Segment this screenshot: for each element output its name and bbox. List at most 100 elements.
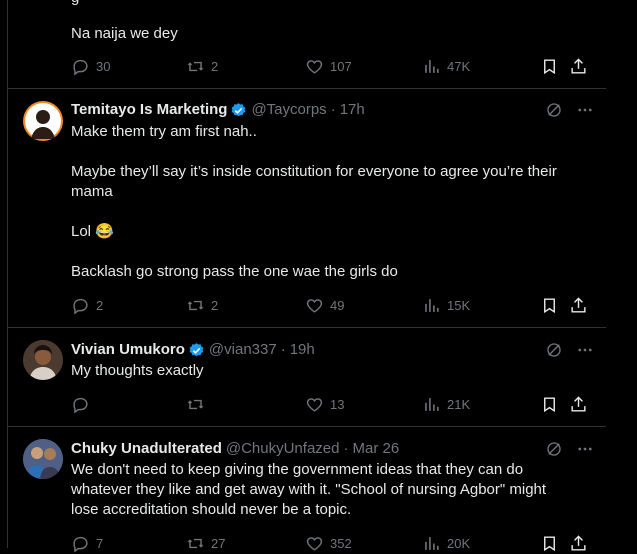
timestamp[interactable]: 19h (290, 340, 315, 360)
tweet-actions: 13 21K (71, 395, 591, 415)
tweet-top-icons (545, 101, 594, 119)
views-icon (425, 398, 439, 411)
reply-count: 7 (96, 536, 104, 551)
tweet-top-icons (545, 440, 594, 458)
tweet-actions: 7 27 352 20K (71, 534, 591, 554)
author-handle[interactable]: @ChukyUnfazed (226, 439, 340, 459)
like-count: 13 (330, 397, 345, 412)
bookmark-button[interactable] (540, 296, 559, 315)
reply-count: 2 (96, 298, 104, 313)
share-button[interactable] (569, 57, 588, 76)
views-button[interactable]: 47K (422, 57, 470, 76)
views-icon (425, 299, 439, 312)
avatar[interactable] (23, 101, 63, 141)
reply-icon (73, 59, 88, 76)
tweet-header: Vivian Umukoro @vian337 · 19h (71, 340, 315, 360)
separator: · (330, 101, 336, 118)
share-icon (571, 396, 586, 412)
views-button[interactable]: 21K (422, 395, 470, 414)
repost-button[interactable]: 2 (186, 296, 218, 315)
timestamp[interactable]: 17h (340, 100, 365, 120)
repost-icon (187, 538, 204, 549)
tweet-text: Maybe they’ll say it’s inside constituti… (71, 163, 557, 180)
tweet-actions: 30 2 107 47K (71, 57, 591, 77)
heart-icon (306, 537, 323, 551)
tweet-text: Lol 😂 (71, 223, 114, 240)
like-button[interactable]: 49 (305, 296, 344, 315)
tweet-text: mama (71, 183, 113, 200)
timestamp[interactable]: Mar 26 (352, 439, 399, 459)
share-button[interactable] (569, 296, 588, 315)
grok-icon[interactable] (545, 341, 563, 359)
like-button[interactable]: 13 (305, 395, 344, 414)
avatar[interactable] (23, 340, 63, 380)
more-options-icon[interactable] (576, 341, 594, 359)
share-icon (571, 535, 586, 551)
tweet-header: Chuky Unadulterated @ChukyUnfazed · Mar … (71, 439, 399, 459)
separator: · (343, 440, 349, 457)
tweet-text: My thoughts exactly (71, 362, 204, 379)
heart-icon (306, 398, 323, 412)
author-handle[interactable]: @Taycorps (251, 100, 326, 120)
repost-count: 27 (211, 536, 226, 551)
views-icon (425, 60, 439, 73)
tweet-text: We don't need to keep giving the governm… (71, 461, 524, 478)
author-handle[interactable]: @vian337 (209, 340, 277, 360)
bookmark-icon (544, 298, 555, 314)
reply-icon (73, 536, 88, 553)
tweet-actions: 2 2 49 15K (71, 296, 591, 316)
bookmark-icon (544, 536, 555, 552)
divider (7, 426, 606, 427)
tweet-text: Na naija we dey (71, 25, 178, 42)
view-count: 20K (447, 536, 471, 551)
grok-icon[interactable] (545, 101, 563, 119)
reply-button[interactable]: 2 (71, 296, 103, 315)
repost-count: 2 (211, 59, 219, 74)
reply-button[interactable] (71, 395, 96, 414)
more-options-icon[interactable] (576, 440, 594, 458)
heart-icon (306, 299, 323, 313)
share-icon (571, 297, 586, 313)
heart-icon (306, 60, 323, 74)
author-name[interactable]: Vivian Umukoro (71, 340, 185, 360)
bookmark-button[interactable] (540, 534, 559, 553)
repost-icon (187, 399, 204, 410)
tweet-text-partial: g (71, 0, 79, 8)
share-button[interactable] (569, 395, 588, 414)
bookmark-button[interactable] (540, 57, 559, 76)
grok-icon[interactable] (545, 440, 563, 458)
avatar[interactable] (23, 439, 63, 479)
author-name[interactable]: Chuky Unadulterated (71, 439, 222, 459)
reply-count: 30 (96, 59, 111, 74)
views-icon (425, 537, 439, 550)
repost-icon (187, 61, 204, 72)
reply-button[interactable]: 30 (71, 57, 110, 76)
repost-button[interactable]: 27 (186, 534, 225, 553)
views-button[interactable]: 20K (422, 534, 470, 553)
repost-button[interactable]: 2 (186, 57, 218, 76)
bookmark-icon (544, 59, 555, 75)
more-options-icon[interactable] (576, 101, 594, 119)
reply-button[interactable]: 7 (71, 534, 103, 553)
author-name[interactable]: Temitayo Is Marketing (71, 100, 227, 120)
share-icon (571, 58, 586, 74)
view-count: 47K (447, 59, 471, 74)
like-count: 352 (330, 536, 352, 551)
views-button[interactable]: 15K (422, 296, 470, 315)
like-button[interactable]: 107 (305, 57, 352, 76)
tweet-header: Temitayo Is Marketing @Taycorps · 17h (71, 100, 365, 120)
tweet-top-icons (545, 341, 594, 359)
scrollbar-track[interactable] (606, 0, 637, 548)
like-count: 49 (330, 298, 345, 313)
like-button[interactable]: 352 (305, 534, 352, 553)
tweet-text: Backlash go strong pass the one wae the … (71, 263, 398, 280)
divider (7, 327, 606, 328)
tweet-text: lose accreditation should never be a top… (71, 501, 352, 518)
share-button[interactable] (569, 534, 588, 553)
repost-icon (187, 300, 204, 311)
view-count: 21K (447, 397, 471, 412)
repost-button[interactable] (186, 395, 211, 414)
bookmark-button[interactable] (540, 395, 559, 414)
bookmark-icon (544, 397, 555, 413)
tweet-text: Make them try am first nah.. (71, 123, 257, 140)
